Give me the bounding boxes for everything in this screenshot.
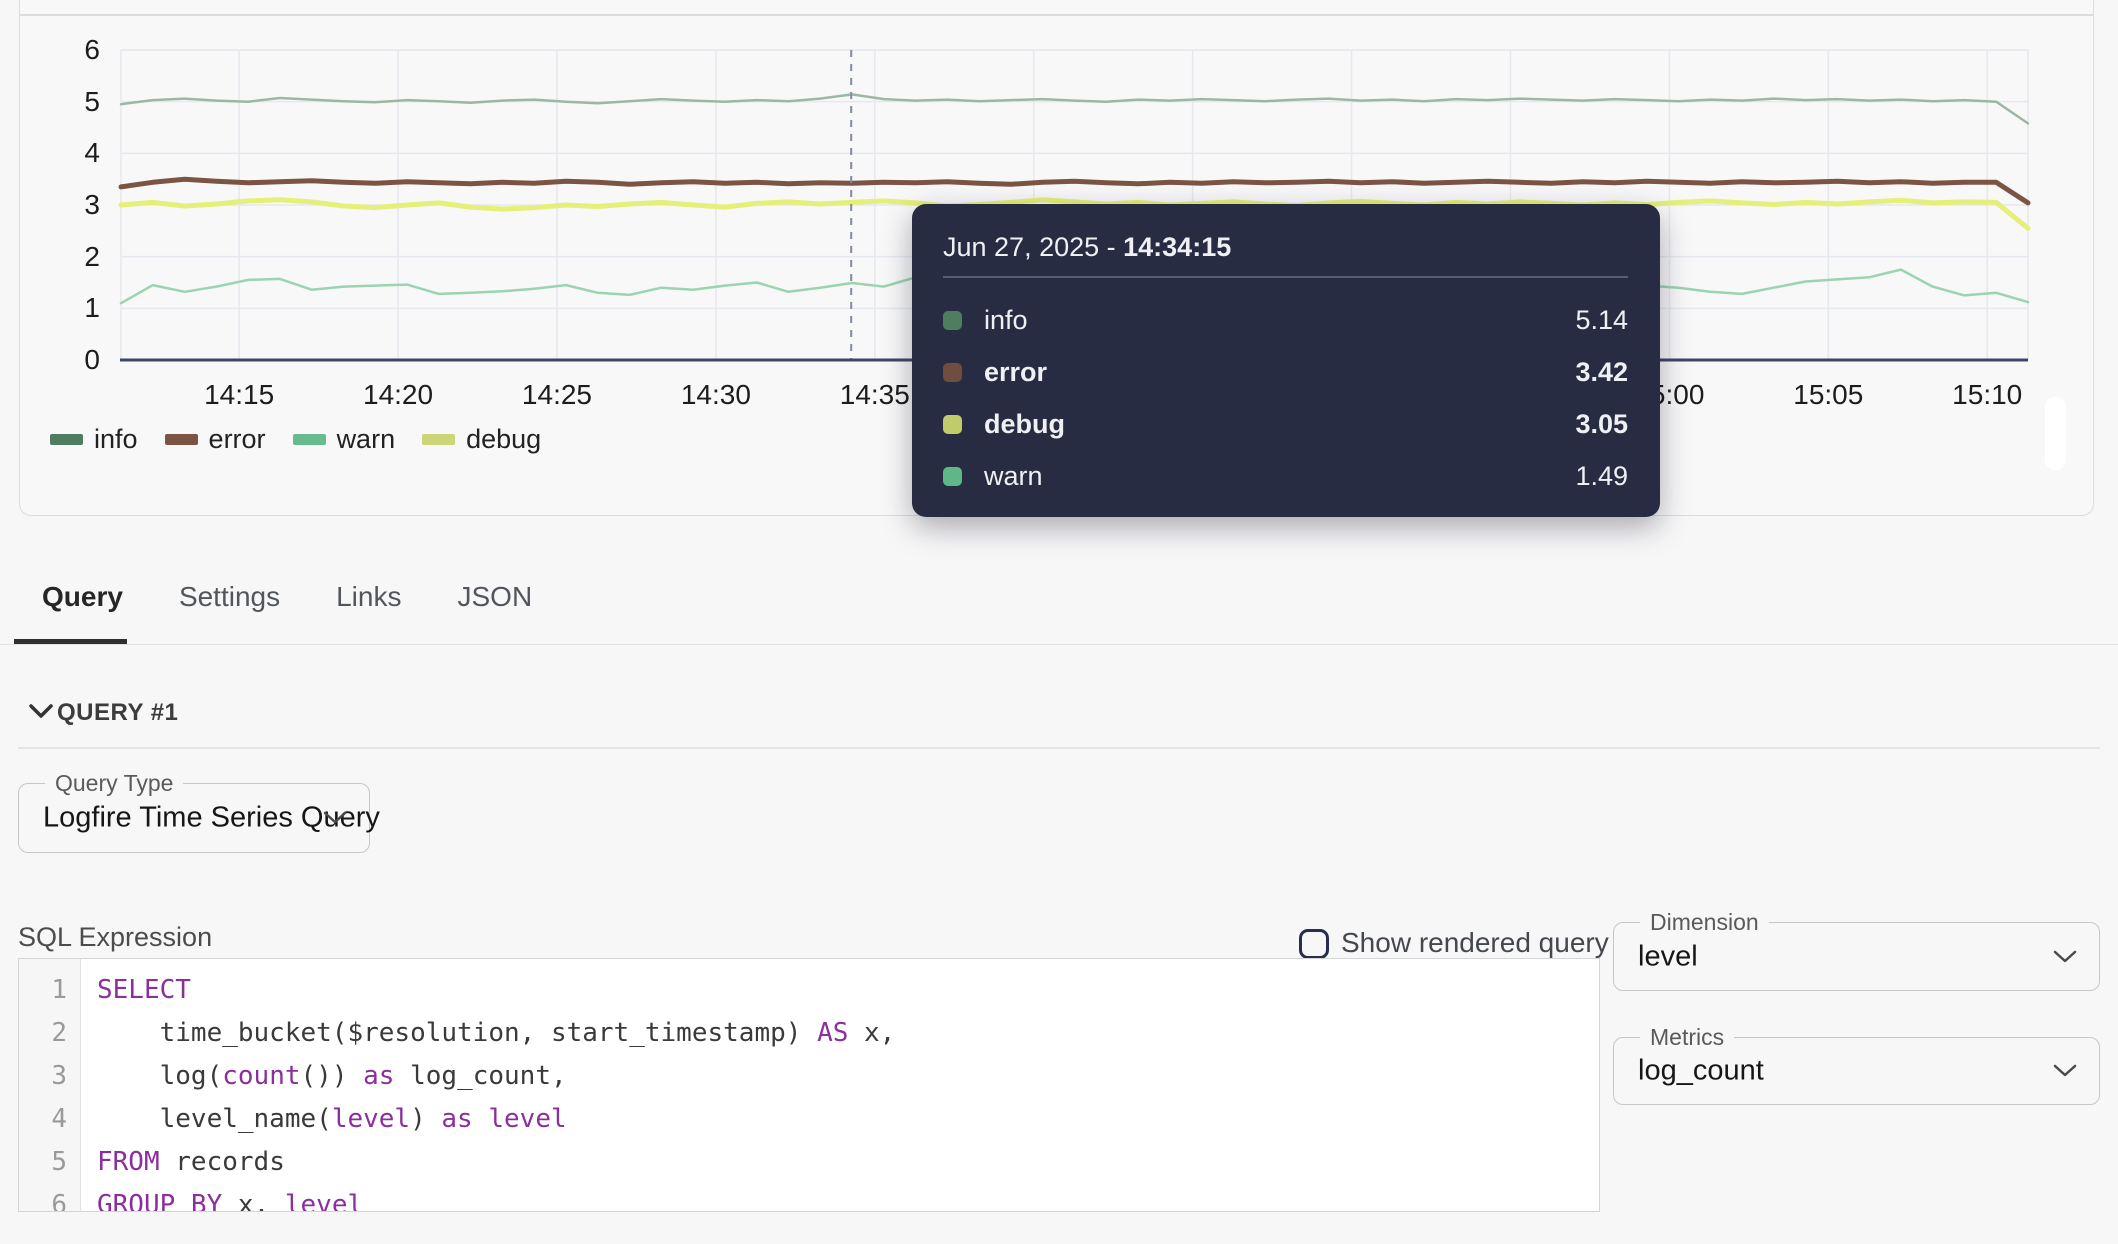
legend-item-debug[interactable]: debug [422, 424, 541, 455]
code-line: time_bucket($resolution, start_timestamp… [97, 1012, 1599, 1055]
y-tick-label: 4 [30, 136, 100, 170]
x-tick-label: 14:30 [641, 378, 791, 412]
line-number: 1 [19, 969, 80, 1012]
legend-item-warn[interactable]: warn [293, 424, 396, 455]
y-tick-label: 5 [30, 85, 100, 119]
legend-swatch [165, 434, 198, 445]
legend-label: warn [337, 424, 396, 455]
query-section-title[interactable]: QUERY #1 [57, 699, 178, 727]
tooltip-row-label: warn [984, 461, 1043, 492]
tab-settings[interactable]: Settings [151, 566, 308, 628]
tooltip-row-value: 1.49 [1575, 461, 1628, 492]
tooltip-row-value: 3.05 [1575, 409, 1628, 440]
chevron-down-icon[interactable] [26, 701, 56, 721]
chevron-down-icon [323, 811, 347, 825]
dimension-value: level [1638, 940, 1698, 973]
code-line: FROM records [97, 1141, 1599, 1184]
metrics-label: Metrics [1640, 1025, 1734, 1049]
tooltip-row-value: 3.42 [1575, 357, 1628, 388]
metrics-select[interactable]: Metrics log_count [1613, 1037, 2100, 1105]
tabs-divider [0, 644, 2118, 646]
chevron-down-icon [2053, 950, 2077, 964]
tooltip-swatch [943, 467, 962, 486]
dimension-label: Dimension [1640, 910, 1769, 934]
legend-swatch [422, 434, 455, 445]
legend-item-error[interactable]: error [165, 424, 266, 455]
sql-code-editor[interactable]: 123456 SELECT time_bucket($resolution, s… [18, 958, 1600, 1212]
panel-top-divider [20, 14, 2093, 16]
line-number-gutter: 123456 [19, 959, 81, 1211]
tooltip-row: info 5.14 [943, 295, 1628, 347]
dimension-select[interactable]: Dimension level [1613, 922, 2100, 991]
panel-tabs: Query Settings Links JSON [14, 566, 560, 628]
y-tick-label: 2 [30, 240, 100, 274]
tab-links[interactable]: Links [308, 566, 429, 628]
tooltip-swatch [943, 311, 962, 330]
legend-item-info[interactable]: info [50, 424, 138, 455]
metrics-value: log_count [1638, 1055, 1764, 1088]
legend-label: debug [466, 424, 541, 455]
tab-query[interactable]: Query [14, 566, 151, 628]
code-line: GROUP BY x, level [97, 1184, 1599, 1212]
chart-legend: info error warn debug [50, 424, 541, 455]
query-section-divider [18, 747, 2100, 749]
legend-swatch [50, 434, 83, 445]
tooltip-timestamp: Jun 27, 2025 - 14:34:15 [943, 232, 1628, 263]
tooltip-rows: info 5.14 error 3.42 debug 3.05 warn 1.49 [943, 295, 1628, 503]
code-line: SELECT [97, 969, 1599, 1012]
tooltip-row-label: info [984, 305, 1028, 336]
line-number: 5 [19, 1141, 80, 1184]
line-number: 2 [19, 1012, 80, 1055]
y-tick-label: 3 [30, 188, 100, 222]
tooltip-row: error 3.42 [943, 347, 1628, 399]
sql-code[interactable]: SELECT time_bucket($resolution, start_ti… [81, 959, 1599, 1211]
chevron-down-icon [2053, 1064, 2077, 1078]
tooltip-row-label: debug [984, 409, 1065, 440]
sql-expression-label: SQL Expression [18, 922, 212, 953]
tooltip-row-value: 5.14 [1575, 305, 1628, 336]
legend-label: info [94, 424, 138, 455]
line-number: 6 [19, 1184, 80, 1212]
x-tick-label: 14:20 [323, 378, 473, 412]
query-type-select[interactable]: Query Type Logfire Time Series Query [18, 783, 370, 853]
tooltip-divider [943, 276, 1628, 278]
x-tick-label: 14:15 [164, 378, 314, 412]
code-line: log(count()) as log_count, [97, 1055, 1599, 1098]
x-tick-label: 15:10 [1912, 378, 2062, 412]
y-tick-label: 0 [30, 343, 100, 377]
tab-json[interactable]: JSON [429, 566, 560, 628]
x-tick-label: 14:25 [482, 378, 632, 412]
legend-label: error [209, 424, 266, 455]
tooltip-row-label: error [984, 357, 1047, 388]
legend-swatch [293, 434, 326, 445]
code-line: level_name(level) as level [97, 1098, 1599, 1141]
line-number: 4 [19, 1098, 80, 1141]
line-number: 3 [19, 1055, 80, 1098]
tooltip-swatch [943, 363, 962, 382]
query-type-label: Query Type [45, 771, 183, 795]
tooltip-swatch [943, 415, 962, 434]
y-tick-label: 6 [30, 33, 100, 67]
show-rendered-query-checkbox[interactable] [1299, 929, 1329, 959]
chart-tooltip: Jun 27, 2025 - 14:34:15 info 5.14 error 3.4… [912, 204, 1660, 517]
scrollbar-thumb[interactable] [2045, 397, 2066, 470]
tooltip-row: warn 1.49 [943, 451, 1628, 503]
tooltip-row: debug 3.05 [943, 399, 1628, 451]
y-tick-label: 1 [30, 291, 100, 325]
x-tick-label: 15:05 [1753, 378, 1903, 412]
show-rendered-query-label[interactable]: Show rendered query [1341, 927, 1609, 959]
